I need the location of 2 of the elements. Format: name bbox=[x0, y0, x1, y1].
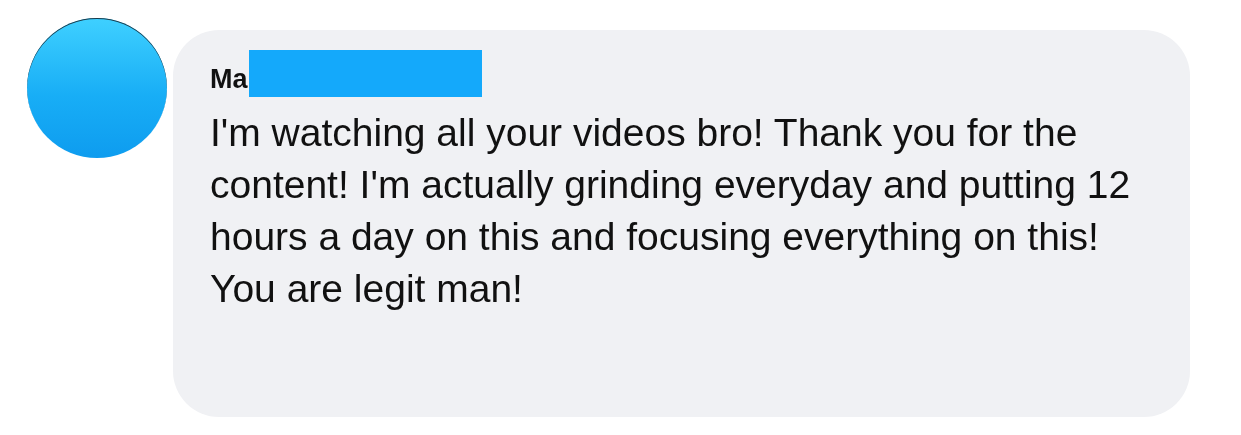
author-name[interactable]: Ma bbox=[210, 64, 248, 95]
comment-text: I'm watching all your videos bro! Thank you for the content! I'm actually grinding everyday and putting 12 hours a day on this and focusing everything on this! You are legit man! bbox=[210, 110, 1132, 312]
